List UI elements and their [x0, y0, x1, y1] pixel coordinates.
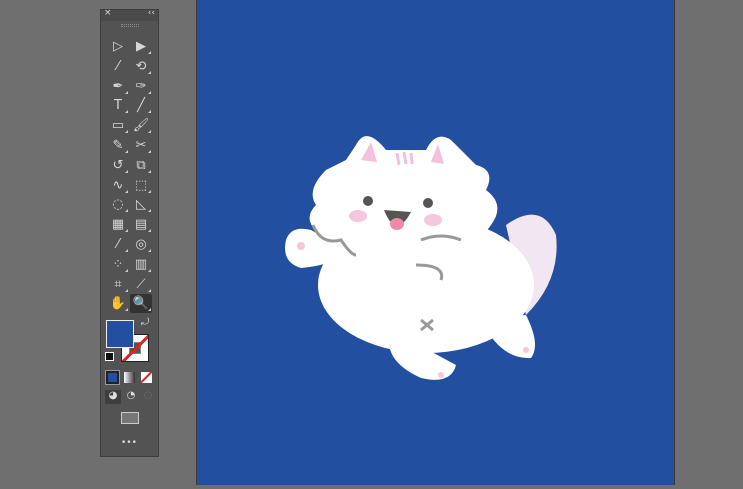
swap-fill-stroke-icon[interactable]: ⤾: [141, 317, 149, 328]
selection-tool[interactable]: ▷: [107, 37, 129, 56]
pen-tool[interactable]: ✒: [107, 77, 129, 96]
fill-swatch[interactable]: [106, 320, 134, 348]
warp-tool[interactable]: ∿: [107, 176, 129, 195]
panel-grip[interactable]: [121, 24, 139, 27]
free-transform-tool[interactable]: ⬚: [130, 176, 152, 195]
draw-normal-button[interactable]: ◕: [105, 390, 121, 404]
default-fill-stroke-icon[interactable]: [105, 352, 114, 361]
paintbrush-tool[interactable]: 🖌: [130, 116, 152, 135]
screen-mode-icon[interactable]: [121, 412, 139, 424]
magic-wand-tool[interactable]: ⁄: [107, 57, 129, 76]
direct-selection-tool[interactable]: ▶: [130, 37, 152, 56]
line-segment-tool[interactable]: ╱: [130, 96, 152, 115]
column-graph-tool[interactable]: ▥: [130, 255, 152, 274]
scale-tool[interactable]: ⧉: [130, 156, 152, 175]
zoom-tool[interactable]: 🔍: [130, 294, 152, 314]
rectangle-tool[interactable]: ▭: [107, 116, 129, 135]
lasso-tool[interactable]: ⟲: [130, 57, 152, 76]
artboard[interactable]: [196, 0, 675, 485]
collapse-icon[interactable]: ‹‹: [148, 8, 155, 18]
curvature-tool[interactable]: ✑: [130, 77, 152, 96]
tools-panel: × ‹‹ ▷ ▶ ⁄ ⟲ ✒ ✑ T ╱ ▭ 🖌 ✎ ✂ ↺ ⧉ ∿ ⬚ ◌ ◺ ▦ ▤ ⁄ ◎ ⁘ ▥ ⌗ ⟋ ✋ 🔍 ⤾ ◕ ◔ …: [100, 8, 159, 457]
mesh-tool[interactable]: ▦: [107, 215, 129, 234]
close-icon[interactable]: ×: [104, 8, 112, 18]
symbol-sprayer-tool[interactable]: ⁘: [107, 255, 129, 274]
draw-behind-button[interactable]: ◔: [123, 390, 139, 404]
panel-header[interactable]: × ‹‹: [101, 8, 158, 21]
cat-illustration: [285, 136, 557, 380]
rotate-tool[interactable]: ↺: [107, 156, 129, 175]
type-tool[interactable]: T: [107, 96, 129, 115]
perspective-grid-tool[interactable]: ◺: [130, 195, 152, 214]
draw-inside-button[interactable]: ◌: [140, 390, 156, 404]
gradient-tool[interactable]: ▤: [130, 215, 152, 234]
shape-builder-tool[interactable]: ◌: [107, 195, 129, 214]
color-mode-button[interactable]: [105, 370, 120, 385]
none-mode-button[interactable]: [141, 372, 152, 383]
eyedropper-tool[interactable]: ⁄: [107, 235, 129, 254]
pencil-tool[interactable]: ✎: [107, 136, 129, 155]
blend-tool[interactable]: ◎: [130, 235, 152, 254]
scissors-tool[interactable]: ✂: [130, 136, 152, 155]
hand-tool[interactable]: ✋: [107, 294, 129, 313]
artboard-tool[interactable]: ⌗: [107, 275, 129, 294]
slice-tool[interactable]: ⟋: [130, 275, 152, 294]
edit-toolbar-button[interactable]: •••: [121, 438, 137, 448]
gradient-mode-button[interactable]: [124, 372, 135, 383]
